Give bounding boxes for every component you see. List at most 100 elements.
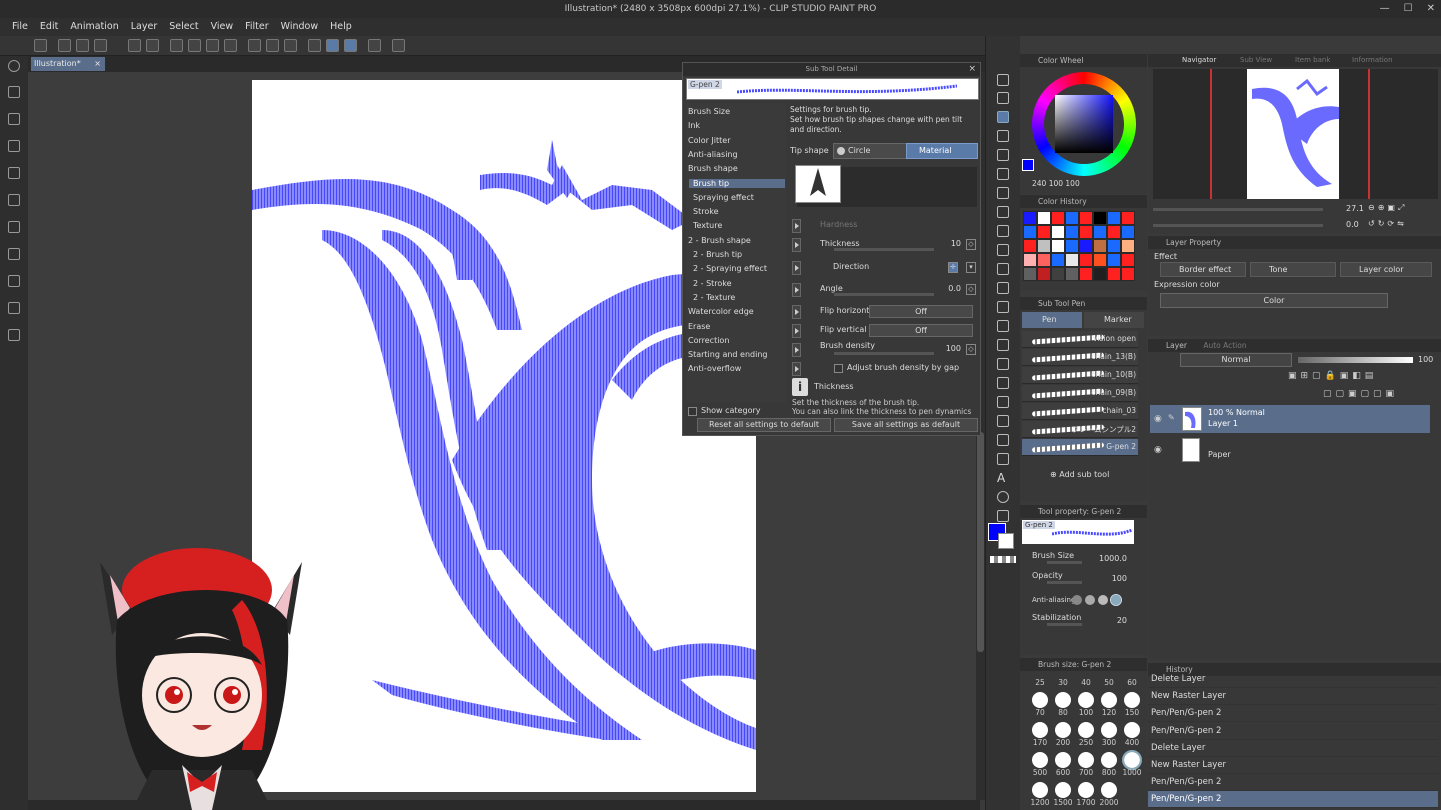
panel-icon-6[interactable]: [8, 221, 20, 233]
tab-close-icon[interactable]: ×: [94, 57, 101, 71]
aa-medium-icon[interactable]: [1098, 595, 1108, 605]
color-history-swatch[interactable]: [1079, 267, 1093, 281]
brush-size-value[interactable]: 1000.0: [1099, 554, 1127, 563]
category-item[interactable]: 2 - Texture: [693, 293, 735, 302]
color-history-swatch[interactable]: [1037, 225, 1051, 239]
color-history-swatch[interactable]: [1121, 267, 1135, 281]
category-item[interactable]: Brush tip: [689, 178, 785, 188]
expand-direction-icon[interactable]: [792, 261, 801, 275]
brush-density-row[interactable]: Brush density 100 ◇: [789, 341, 979, 360]
category-item[interactable]: 2 - Stroke: [693, 279, 732, 288]
brush-size-preset[interactable]: [1055, 782, 1071, 798]
brush-density-value[interactable]: 100: [946, 344, 961, 353]
brush-density-slider[interactable]: [834, 352, 934, 355]
transform-icon[interactable]: [224, 39, 237, 52]
menu-file[interactable]: File: [6, 18, 34, 36]
ruler-tool-icon[interactable]: [997, 434, 1009, 446]
eye-icon[interactable]: ◉: [1154, 445, 1162, 455]
tab-pen[interactable]: Pen: [1022, 312, 1082, 328]
color-history-swatch[interactable]: [1093, 211, 1107, 225]
pencil-tool-icon[interactable]: [997, 130, 1009, 142]
eye-icon[interactable]: ◉: [1154, 414, 1162, 424]
color-history-swatch[interactable]: [1107, 253, 1121, 267]
panel-icon-9[interactable]: [8, 302, 20, 314]
expression-color-dropdown[interactable]: Color: [1160, 293, 1388, 308]
color-history-swatch[interactable]: [1065, 253, 1079, 267]
thickness-row[interactable]: Thickness 10 ◇: [789, 236, 979, 255]
color-history-swatch[interactable]: [1023, 239, 1037, 253]
snap-grid-icon[interactable]: [344, 39, 357, 52]
direction-menu-icon[interactable]: ▾: [966, 262, 976, 273]
brush-size-preset[interactable]: [1078, 692, 1094, 708]
sub-tool-item[interactable]: フレームシンプル2: [1022, 421, 1138, 438]
tip-circle-option[interactable]: Circle: [833, 143, 907, 159]
category-item[interactable]: Starting and ending: [688, 350, 768, 359]
panel-icon-10[interactable]: [8, 329, 20, 341]
gradient-tool-icon[interactable]: [997, 377, 1009, 389]
color-history-swatch[interactable]: [1051, 211, 1065, 225]
history-item[interactable]: Pen/Pen/G-pen 2: [1148, 705, 1438, 723]
text-tool-icon[interactable]: A: [997, 472, 1009, 484]
tab-marker[interactable]: Marker: [1084, 312, 1144, 328]
aa-weak-icon[interactable]: [1085, 595, 1095, 605]
color-history-swatch[interactable]: [1079, 225, 1093, 239]
brush-size-preset[interactable]: [1101, 782, 1117, 798]
angle-row[interactable]: Angle 0.0 ◇: [789, 281, 979, 300]
brush-size-preset[interactable]: [1122, 750, 1142, 770]
fill-tool-icon[interactable]: [997, 301, 1009, 313]
sub-tool-item[interactable]: vision open: [1022, 331, 1138, 348]
triangle-tool-icon[interactable]: [997, 453, 1009, 465]
opacity-row[interactable]: Opacity 100: [1022, 571, 1137, 591]
stabilization-slider[interactable]: [1047, 623, 1082, 626]
tab-information[interactable]: Information: [1352, 56, 1393, 64]
zoom-slider[interactable]: [1153, 208, 1323, 211]
border-effect-button[interactable]: Border effect: [1160, 262, 1246, 277]
panel-icon-8[interactable]: [8, 275, 20, 287]
navigator-rotation-row[interactable]: 0.0 ↺↻⟳⇋: [1153, 219, 1438, 233]
sparkle2-tool-icon[interactable]: [997, 358, 1009, 370]
color-history-swatch[interactable]: [1079, 211, 1093, 225]
category-item[interactable]: Erase: [688, 322, 710, 331]
color-history-swatch[interactable]: [1051, 253, 1065, 267]
color-history-swatch[interactable]: [1093, 253, 1107, 267]
color-history-swatch[interactable]: [1037, 239, 1051, 253]
direction-row[interactable]: Direction ✛ ▾: [789, 259, 979, 278]
color-history-swatch[interactable]: [1093, 267, 1107, 281]
color-history-swatch[interactable]: [1065, 225, 1079, 239]
deselect-icon[interactable]: [248, 39, 261, 52]
layer-opacity-slider[interactable]: [1298, 357, 1413, 363]
maximize-icon[interactable]: ☐: [1404, 0, 1413, 18]
dialog-close-icon[interactable]: ×: [968, 63, 976, 76]
stabilization-value[interactable]: 20: [1117, 616, 1127, 625]
eraser-tool-icon[interactable]: [997, 187, 1009, 199]
color-history-swatch[interactable]: [1093, 239, 1107, 253]
color-history-swatch[interactable]: [1037, 267, 1051, 281]
color-history-swatch[interactable]: [1051, 225, 1065, 239]
category-item[interactable]: 2 - Brush tip: [693, 250, 742, 259]
thickness-slider[interactable]: [834, 248, 934, 251]
color-history-swatch[interactable]: [1079, 253, 1093, 267]
brush-size-preset[interactable]: [1101, 692, 1117, 708]
menu-select[interactable]: Select: [163, 18, 204, 36]
opacity-slider[interactable]: [1047, 581, 1082, 584]
thickness-dynamics-icon[interactable]: ◇: [966, 239, 976, 250]
expand-gap-icon[interactable]: [792, 362, 801, 376]
menu-view[interactable]: View: [205, 18, 240, 36]
brush-tool-icon[interactable]: [997, 149, 1009, 161]
color-history-swatch[interactable]: [1065, 267, 1079, 281]
help-icon[interactable]: [392, 39, 405, 52]
clip-studio-assets-icon[interactable]: [368, 39, 381, 52]
clip-studio-icon[interactable]: [34, 39, 47, 52]
panel-icon-5[interactable]: [8, 194, 20, 206]
category-item[interactable]: Anti-overflow: [688, 364, 741, 373]
blend-tool-icon[interactable]: [997, 244, 1009, 256]
category-item[interactable]: Brush Size: [688, 107, 730, 116]
transparent-color-swatch[interactable]: [990, 556, 1016, 563]
panel-icon-1[interactable]: [8, 86, 20, 98]
expand-flip-v-icon[interactable]: [792, 324, 801, 338]
clear-outside-icon[interactable]: [188, 39, 201, 52]
brush-size-preset[interactable]: [1032, 722, 1048, 738]
save-defaults-button[interactable]: Save all settings as default: [834, 418, 978, 432]
reset-defaults-button[interactable]: Reset all settings to default: [697, 418, 831, 432]
tab-navigator[interactable]: Navigator: [1182, 56, 1216, 64]
